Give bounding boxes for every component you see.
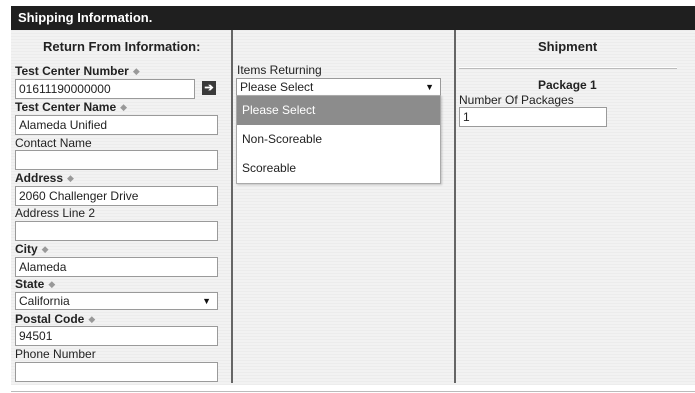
state-select[interactable]: California ▼ [15,292,218,310]
required-marker: ◆ [41,244,49,254]
state-label: State ◆ [15,277,56,291]
address-line-2-input[interactable] [15,221,218,241]
state-select-value: California [19,294,70,308]
phone-number-input[interactable] [15,362,218,382]
chevron-down-icon: ▼ [202,296,211,306]
return-from-title: Return From Information: [43,39,201,54]
contact-name-label: Contact Name [15,136,92,150]
number-of-packages-input[interactable]: 1 [459,107,607,127]
dropdown-option-please-select[interactable]: Please Select [237,96,440,125]
title-bar: Shipping Information. [0,0,695,30]
page-title: Shipping Information. [11,6,695,30]
phone-number-label: Phone Number [15,347,96,361]
arrow-right-icon[interactable]: ➔ [202,81,216,95]
dropdown-option-non-scoreable[interactable]: Non-Scoreable [237,125,440,154]
number-of-packages-label: Number Of Packages [459,93,574,107]
package-title: Package 1 [538,78,597,92]
column-divider-right [454,30,456,383]
postal-code-label: Postal Code ◆ [15,312,96,326]
city-input[interactable]: Alameda [15,257,218,277]
items-returning-select-value: Please Select [240,80,314,94]
postal-code-input[interactable]: 94501 [15,326,218,346]
address-input[interactable]: 2060 Challenger Drive [15,186,218,206]
address-label: Address ◆ [15,171,74,185]
column-divider-left [231,30,233,383]
test-center-name-label: Test Center Name ◆ [15,100,128,114]
test-center-number-input[interactable]: 01611190000000 [15,79,195,99]
test-center-name-input[interactable]: Alameda Unified [15,115,218,135]
city-label: City ◆ [15,242,49,256]
required-marker: ◆ [48,279,56,289]
test-center-number-label: Test Center Number ◆ [15,64,140,78]
items-returning-dropdown: Please Select Non-Scoreable Scoreable [236,95,441,184]
required-marker: ◆ [132,66,140,76]
address-line-2-label: Address Line 2 [15,206,96,220]
required-marker: ◆ [120,102,128,112]
items-returning-select[interactable]: Please Select ▼ [236,78,441,96]
dropdown-option-scoreable[interactable]: Scoreable [237,154,440,183]
items-returning-label: Items Returning [237,63,322,77]
contact-name-input[interactable] [15,150,218,170]
required-marker: ◆ [88,314,96,324]
bottom-divider [11,391,695,392]
shipment-title: Shipment [538,39,598,54]
shipment-divider [459,67,677,69]
chevron-down-icon: ▼ [425,82,434,92]
required-marker: ◆ [67,173,74,183]
